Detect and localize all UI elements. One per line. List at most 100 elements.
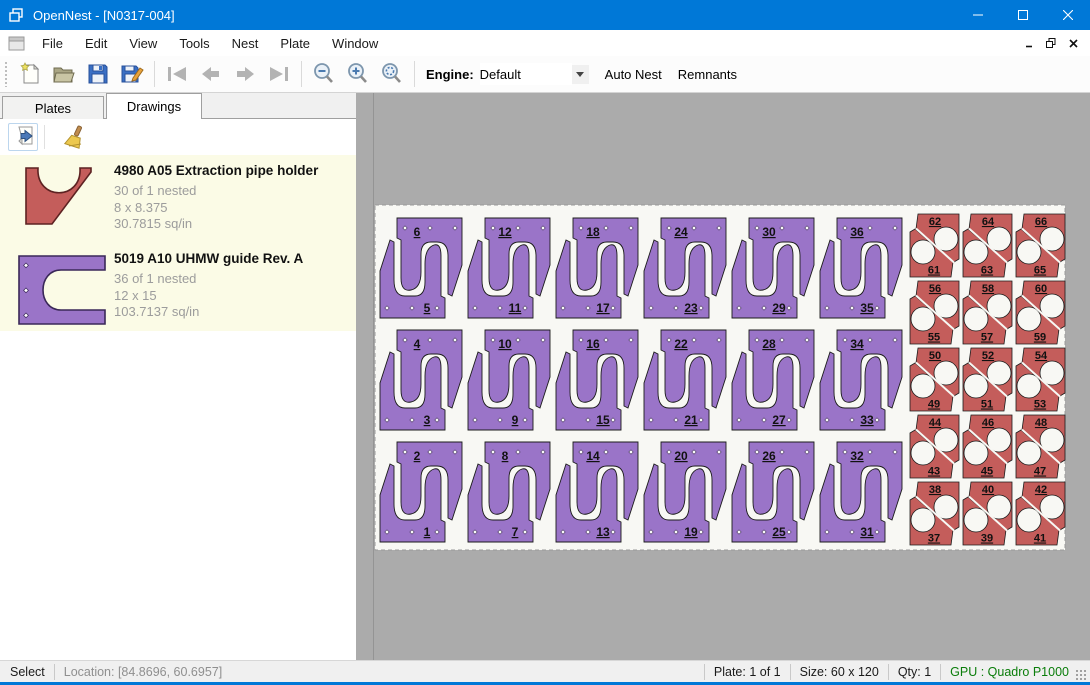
svg-text:6: 6 xyxy=(414,225,421,239)
svg-text:43: 43 xyxy=(928,466,940,478)
svg-text:37: 37 xyxy=(928,533,940,545)
mdi-close-icon[interactable] xyxy=(1062,33,1084,53)
svg-text:33: 33 xyxy=(860,413,874,427)
drawing-list-item[interactable]: 5019 A10 UHMW guide Rev. A 36 of 1 neste… xyxy=(0,243,356,331)
svg-text:22: 22 xyxy=(674,337,688,351)
sidebar: Plates Drawings xyxy=(0,93,356,660)
svg-text:18: 18 xyxy=(586,225,600,239)
menu-file[interactable]: File xyxy=(31,32,74,55)
open-icon[interactable] xyxy=(47,59,81,89)
status-location: Location: [84.8696, 60.6957] xyxy=(64,665,222,679)
svg-text:46: 46 xyxy=(982,417,994,429)
svg-text:59: 59 xyxy=(1034,332,1046,344)
red-pair-unit[interactable]: 5049 xyxy=(910,348,959,411)
svg-text:51: 51 xyxy=(981,399,993,411)
status-plate: Plate: 1 of 1 xyxy=(714,665,781,679)
drawing-list-item[interactable]: 4980 A05 Extraction pipe holder 30 of 1 … xyxy=(0,155,356,243)
svg-text:34: 34 xyxy=(850,337,864,351)
red-pair-unit[interactable]: 6261 xyxy=(910,214,959,277)
send-to-plate-icon[interactable] xyxy=(8,123,38,151)
svg-text:31: 31 xyxy=(860,525,874,539)
svg-text:45: 45 xyxy=(981,466,993,478)
red-pair-unit[interactable]: 4039 xyxy=(963,482,1012,545)
zoom-fit-icon[interactable] xyxy=(375,59,409,89)
svg-text:44: 44 xyxy=(929,417,942,429)
red-pair-unit[interactable]: 66 65 xyxy=(1016,214,1065,277)
last-plate-icon[interactable] xyxy=(262,59,296,89)
red-pair-unit[interactable]: 6463 xyxy=(963,214,1012,277)
svg-text:36: 36 xyxy=(850,225,864,239)
close-icon[interactable] xyxy=(1045,0,1090,30)
menu-tools[interactable]: Tools xyxy=(168,32,220,55)
red-pair-unit[interactable]: 46 45 xyxy=(963,415,1012,478)
menu-plate[interactable]: Plate xyxy=(269,32,321,55)
svg-text:66: 66 xyxy=(1035,216,1047,228)
svg-text:35: 35 xyxy=(860,301,874,315)
prev-plate-icon[interactable] xyxy=(194,59,228,89)
new-file-icon[interactable] xyxy=(13,59,47,89)
save-icon[interactable] xyxy=(81,59,115,89)
first-plate-icon[interactable] xyxy=(160,59,194,89)
status-mode: Select xyxy=(10,665,45,679)
mdi-minimize-icon[interactable] xyxy=(1018,33,1040,53)
tab-plates[interactable]: Plates xyxy=(2,96,104,119)
minimize-icon[interactable] xyxy=(955,0,1000,30)
svg-text:19: 19 xyxy=(684,525,698,539)
red-pair-unit[interactable]: 54 53 xyxy=(1016,348,1065,411)
svg-text:30: 30 xyxy=(762,225,776,239)
plate-view[interactable]: 6512111817242330293635431091615222128273… xyxy=(356,93,1090,660)
red-pair-unit[interactable]: 4847 xyxy=(1016,415,1065,478)
red-pair-unit[interactable]: 4241 xyxy=(1016,482,1065,545)
menu-view[interactable]: View xyxy=(118,32,168,55)
svg-text:41: 41 xyxy=(1034,533,1046,545)
status-qty: Qty: 1 xyxy=(898,665,931,679)
resize-grip[interactable] xyxy=(1075,669,1087,681)
tab-drawings[interactable]: Drawings xyxy=(106,93,202,119)
svg-text:27: 27 xyxy=(772,413,786,427)
part-thumbnail-purple xyxy=(14,249,110,331)
red-pair-unit[interactable]: 5857 xyxy=(963,281,1012,344)
save-as-icon[interactable] xyxy=(115,59,149,89)
svg-text:25: 25 xyxy=(772,525,786,539)
drawing-size: 8 x 8.375 xyxy=(114,200,318,217)
drawing-title: 4980 A05 Extraction pipe holder xyxy=(114,163,318,178)
svg-text:54: 54 xyxy=(1035,350,1048,362)
engine-dropdown-arrow-icon[interactable] xyxy=(572,65,589,84)
svg-text:40: 40 xyxy=(982,484,994,496)
toolbar-grip[interactable] xyxy=(4,61,9,87)
main-toolbar: Engine: Default Auto Nest Remnants xyxy=(0,56,1090,93)
red-pair-unit[interactable]: 60 59 xyxy=(1016,281,1065,344)
menu-edit[interactable]: Edit xyxy=(74,32,118,55)
svg-text:57: 57 xyxy=(981,332,993,344)
zoom-out-icon[interactable] xyxy=(307,59,341,89)
svg-text:47: 47 xyxy=(1034,466,1046,478)
svg-text:56: 56 xyxy=(929,283,941,295)
svg-text:60: 60 xyxy=(1035,283,1047,295)
svg-text:23: 23 xyxy=(684,301,698,315)
svg-text:15: 15 xyxy=(596,413,610,427)
remnants-button[interactable]: Remnants xyxy=(670,62,745,87)
menu-nest[interactable]: Nest xyxy=(221,32,270,55)
svg-text:63: 63 xyxy=(981,265,993,277)
svg-text:53: 53 xyxy=(1034,399,1046,411)
red-pair-unit[interactable]: 44 43 xyxy=(910,415,959,478)
zoom-in-icon[interactable] xyxy=(341,59,375,89)
auto-nest-button[interactable]: Auto Nest xyxy=(597,62,670,87)
red-pair-unit[interactable]: 3837 xyxy=(910,482,959,545)
engine-value: Default xyxy=(480,67,521,82)
mdi-document-icon[interactable] xyxy=(8,36,25,51)
menu-window[interactable]: Window xyxy=(321,32,389,55)
svg-text:8: 8 xyxy=(502,449,509,463)
maximize-icon[interactable] xyxy=(1000,0,1045,30)
next-plate-icon[interactable] xyxy=(228,59,262,89)
nest-canvas[interactable]: 6512111817242330293635431091615222128273… xyxy=(356,93,1090,660)
svg-text:20: 20 xyxy=(674,449,688,463)
window-title: OpenNest - [N0317-004] xyxy=(33,8,175,23)
red-pair-unit[interactable]: 5251 xyxy=(963,348,1012,411)
clear-drawings-icon[interactable] xyxy=(59,123,89,151)
mdi-restore-icon[interactable] xyxy=(1040,33,1062,53)
engine-select[interactable]: Default xyxy=(480,63,572,85)
svg-text:65: 65 xyxy=(1034,265,1046,277)
red-pair-unit[interactable]: 5655 xyxy=(910,281,959,344)
svg-text:50: 50 xyxy=(929,350,941,362)
